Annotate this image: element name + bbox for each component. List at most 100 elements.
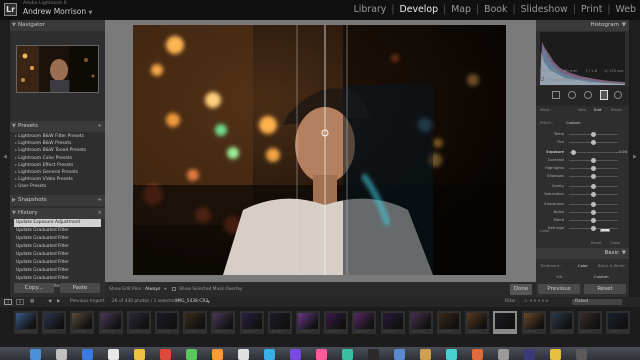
dock-app-icon[interactable] [446, 349, 457, 360]
mask-reset-button[interactable]: Reset [591, 240, 602, 245]
paste-button[interactable]: Paste [60, 283, 100, 293]
slider-handle[interactable] [591, 192, 596, 197]
history-item[interactable]: Update Graduated Filter [14, 275, 101, 283]
identity-plate[interactable]: Andrew Morrison ▼ [23, 7, 92, 16]
dock-app-icon[interactable] [550, 349, 561, 360]
mask-overlay-checkbox[interactable] [172, 287, 176, 291]
filmstrip-thumbnail[interactable]: • • • • • [578, 311, 602, 334]
history-header[interactable]: ▼ History × [10, 208, 105, 219]
preset-folder[interactable]: Lightroom B&W Toned Presets [15, 146, 86, 153]
filmstrip-thumbnail[interactable]: • • • • • [42, 311, 67, 334]
dock-app-icon[interactable] [368, 349, 379, 360]
main-photo[interactable] [133, 25, 506, 275]
history-item[interactable]: Update Graduated Filter [14, 251, 101, 259]
filmstrip-thumbnail[interactable]: • • • • • [380, 311, 405, 334]
filmstrip-thumbnail[interactable]: • • • • • [126, 311, 151, 334]
source-label[interactable]: Previous Import [70, 297, 105, 307]
module-book[interactable]: Book [483, 4, 508, 15]
history-item[interactable]: Update Graduated Filter [14, 259, 101, 267]
filmstrip-thumbnail[interactable]: • • • • • [183, 311, 208, 334]
slider-handle[interactable] [591, 184, 596, 189]
filmstrip-thumbnail[interactable]: • • • • • [296, 311, 320, 334]
dock-app-icon[interactable] [108, 349, 119, 360]
filmstrip-thumbnail[interactable]: • • • • • [549, 311, 574, 334]
history-item[interactable]: Update Graduated Filter [14, 243, 101, 251]
wb-select[interactable]: Custom [594, 274, 609, 279]
add-preset-icon[interactable]: + [97, 121, 102, 132]
reset-button[interactable]: Reset [584, 284, 626, 294]
slider-handle[interactable] [591, 202, 596, 207]
history-item[interactable]: Update Graduated Filter [14, 235, 101, 243]
history-item[interactable]: Update Graduated Filter [14, 267, 101, 275]
crop-tool-icon[interactable] [552, 91, 560, 99]
done-button[interactable]: Done [510, 284, 532, 295]
grid-view-icon[interactable]: ▦ [30, 297, 34, 307]
filmstrip-thumbnail[interactable]: • • • • • [352, 311, 377, 334]
back-arrow-icon[interactable]: ◀ [48, 297, 51, 307]
treatment-bw-button[interactable]: Black & White [598, 263, 625, 268]
filter-select[interactable]: Rated [572, 299, 622, 305]
graduated-filter-icon[interactable] [600, 90, 608, 100]
show-edit-pins-select[interactable]: Always [145, 282, 160, 297]
module-develop[interactable]: Develop [398, 4, 439, 15]
dock-app-icon[interactable] [212, 349, 223, 360]
filmstrip-thumbnail[interactable]: • • • • • [70, 311, 95, 334]
collapse-right-arrow-icon[interactable]: ▶ [633, 154, 637, 160]
page-1-button[interactable]: 1 [4, 299, 12, 305]
filmstrip-thumbnail[interactable]: • • • • • [267, 311, 292, 334]
navigator-header[interactable]: ▼ Navigator [10, 20, 105, 31]
dock-app-icon[interactable] [56, 349, 67, 360]
rating-stars[interactable]: ≥ ★★★★★ [524, 297, 549, 307]
histogram-header[interactable]: Histogram ▼ [536, 20, 629, 31]
module-web[interactable]: Web [615, 4, 637, 15]
module-slideshow[interactable]: Slideshow [520, 4, 569, 15]
page-2-button[interactable]: 2 [16, 299, 24, 305]
collapse-left-arrow-icon[interactable]: ◀ [3, 154, 7, 160]
slider-handle[interactable] [591, 166, 596, 171]
navigator-preview[interactable] [16, 45, 99, 93]
preset-folder[interactable]: User Presets [15, 182, 46, 189]
filmstrip-thumbnail[interactable]: • • • • • [211, 311, 236, 334]
mask-new-button[interactable]: New [578, 107, 586, 112]
filmstrip-thumbnail[interactable]: • • • • • [239, 311, 264, 334]
slider-handle[interactable] [591, 226, 596, 231]
dock-app-icon[interactable] [576, 349, 587, 360]
radial-filter-icon[interactable] [614, 91, 622, 99]
slider-handle[interactable] [571, 150, 577, 155]
dock-app-icon[interactable] [134, 349, 145, 360]
dock-app-icon[interactable] [186, 349, 197, 360]
slider-handle[interactable] [591, 218, 596, 223]
dock-app-icon[interactable] [498, 349, 509, 360]
dock-app-icon[interactable] [342, 349, 353, 360]
filmstrip-thumbnail[interactable]: • • • • • [408, 311, 433, 334]
add-snapshot-icon[interactable]: + [97, 195, 102, 206]
forward-arrow-icon[interactable]: ▶ [57, 297, 60, 307]
dock-app-icon[interactable] [82, 349, 93, 360]
dock-app-icon[interactable] [160, 349, 171, 360]
history-item[interactable]: Update Graduated Filter [14, 227, 101, 235]
slider-handle[interactable] [591, 132, 596, 137]
mask-edit-button[interactable]: Edit [594, 107, 601, 112]
dock-app-icon[interactable] [264, 349, 275, 360]
dock-app-icon[interactable] [238, 349, 249, 360]
dock-app-icon[interactable] [472, 349, 483, 360]
slider-value[interactable]: - 4.00 [616, 148, 627, 156]
dock-app-icon[interactable] [420, 349, 431, 360]
slider-handle[interactable] [591, 158, 596, 163]
spot-removal-icon[interactable] [568, 91, 576, 99]
module-library[interactable]: Library [353, 4, 388, 15]
slider-handle[interactable] [591, 210, 596, 215]
filmstrip-thumbnail[interactable]: • • • • • [155, 311, 179, 334]
filmstrip-thumbnail[interactable]: • • • • • [493, 311, 518, 334]
copy-button[interactable]: Copy... [14, 283, 54, 293]
original-photo-checkbox[interactable] [540, 77, 544, 81]
module-print[interactable]: Print [580, 4, 604, 15]
previous-button[interactable]: Previous [538, 284, 580, 294]
mask-close-button[interactable]: Close [610, 240, 620, 245]
slider-track[interactable] [569, 152, 618, 153]
filmstrip-thumbnail[interactable]: • • • • • [324, 311, 349, 334]
slider-handle[interactable] [591, 174, 596, 179]
history-item[interactable]: Update Exposure Adjustment [14, 219, 101, 227]
mask-brush-button[interactable]: Brush [611, 107, 622, 112]
filmstrip-thumbnail[interactable]: • • • • • [606, 311, 631, 334]
